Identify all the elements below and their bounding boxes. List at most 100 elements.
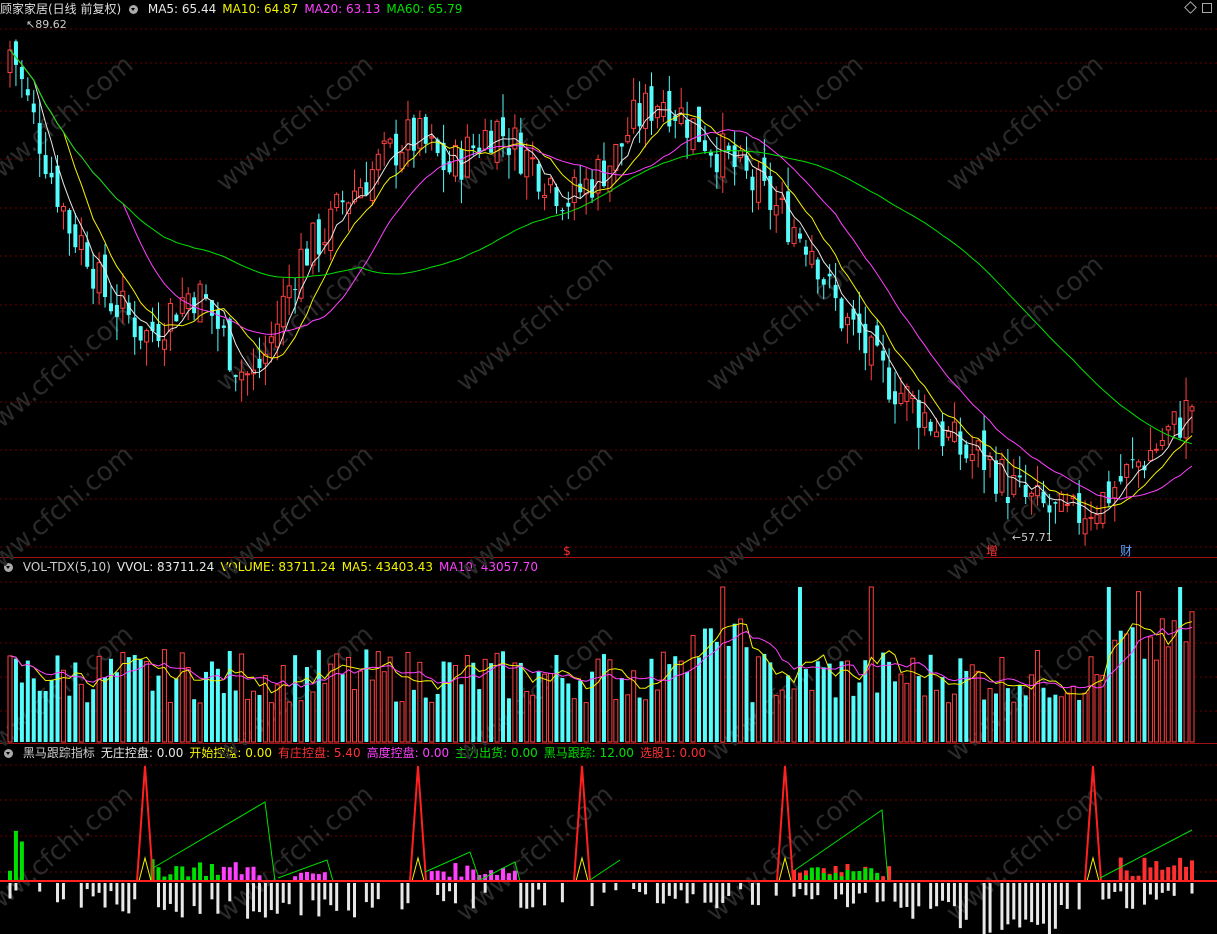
volume-bar-down	[893, 681, 898, 742]
candle-body-up	[969, 454, 975, 461]
volume-bar-down	[928, 654, 933, 742]
candle-body-down	[441, 142, 446, 171]
stock-name[interactable]: 顾家家居(日线 前复权)	[0, 2, 121, 16]
indicator-bar-negative	[257, 883, 261, 913]
indicator-bar-positive	[827, 875, 832, 881]
volume-bar-up	[274, 684, 280, 743]
candle-body-down	[536, 163, 541, 192]
candle-body-up	[1088, 516, 1094, 519]
volume-bar-down	[156, 675, 161, 742]
candle-body-up	[844, 316, 850, 326]
volume-menu-icon[interactable]	[4, 563, 13, 572]
indicator-bar-negative	[311, 883, 315, 901]
indicator-trend-line	[424, 851, 481, 882]
candle-body-up	[167, 303, 173, 332]
volume-bar-up	[482, 658, 488, 743]
volume-bar-down	[364, 649, 369, 742]
indicator-label-4: 高度控盘: 0.00	[366, 746, 450, 760]
candle-body-down	[221, 325, 226, 328]
indicator-bar-positive	[1124, 870, 1129, 881]
candle-body-up	[1100, 491, 1106, 524]
candle-body-up	[310, 222, 316, 266]
indicator-bar-positive	[245, 867, 250, 881]
volume-bar-up	[583, 702, 589, 743]
candle-body-up	[399, 152, 405, 170]
indicator-bar-positive	[512, 870, 517, 881]
candle-body-down	[697, 106, 702, 142]
diamond-icon[interactable]	[1184, 1, 1197, 14]
volume-bar-down	[441, 661, 446, 742]
indicator-bar-negative	[299, 883, 303, 916]
indicator-bar-negative	[1119, 883, 1123, 892]
candle-body-down	[13, 41, 18, 65]
volume-bar-up	[429, 701, 435, 743]
watermark-text: www.cfchi.com	[451, 780, 620, 928]
indicator-bar-negative	[1018, 883, 1022, 928]
volume-bar-down	[601, 654, 606, 742]
indicator-bar-negative	[1125, 883, 1129, 909]
volume-ma5-line	[9, 621, 1193, 695]
indicator-bar-positive	[1178, 857, 1183, 881]
volume-bar-up	[405, 651, 411, 743]
indicator-bar-positive	[863, 866, 868, 881]
indicator-bar-positive	[429, 871, 434, 881]
indicator-menu-icon[interactable]	[4, 749, 13, 758]
volume-bar-down	[1142, 658, 1147, 742]
candle-body-down	[423, 116, 428, 144]
indicator-bar-negative	[162, 883, 166, 910]
volume-bar-down	[19, 682, 24, 742]
candle-body-up	[643, 92, 649, 129]
volume-bar-up	[1165, 646, 1171, 743]
candle-body-down	[1178, 417, 1183, 438]
volume-bar-up	[1082, 692, 1088, 743]
indicator-bar-positive	[851, 876, 856, 881]
menu-toggle-icon[interactable]	[129, 5, 139, 14]
volume-bar-down	[477, 689, 482, 742]
volume-bar-up	[951, 693, 957, 743]
volume-bar-down	[192, 699, 197, 742]
indicator-bar-negative	[1030, 883, 1034, 923]
volume-bar-down	[138, 659, 143, 742]
window-box-icon[interactable]	[1202, 3, 1212, 13]
candle-body-up	[1183, 400, 1189, 439]
volume-bar-down	[459, 684, 464, 742]
volume-bar-down	[964, 670, 969, 742]
volume-bar-up	[78, 683, 84, 743]
ma60-line	[9, 49, 1193, 445]
volume-bar-down	[31, 678, 36, 742]
volume-header: VOL-TDX(5,10) VVOL: 83711.24 VOLUME: 83711…	[0, 559, 550, 575]
volume-bar-up	[773, 694, 779, 743]
indicator-bar-positive	[239, 874, 244, 881]
indicator-bar-positive	[304, 871, 309, 881]
candle-body-up	[417, 118, 423, 149]
candle-body-down	[293, 289, 298, 291]
candle-body-up	[1029, 492, 1035, 497]
indicator-bar-positive	[1190, 860, 1194, 881]
volume-bar-down	[982, 699, 987, 742]
indicator-bar-negative	[905, 883, 909, 907]
candle-body-down	[803, 246, 808, 255]
candle-body-up	[197, 283, 203, 323]
volume-bar-up	[286, 701, 292, 743]
volume-bar-up	[530, 694, 536, 743]
candle-body-down	[103, 254, 108, 298]
indicator-bar-negative	[323, 883, 327, 900]
indicator-bar-negative	[376, 883, 380, 900]
indicator-bar-negative	[275, 883, 279, 914]
volume-bar-up	[298, 700, 304, 743]
candle-body-down	[435, 139, 440, 154]
indicator-bar-negative	[982, 883, 986, 934]
volume-bar-up	[631, 670, 637, 743]
indicator-bar-negative	[329, 883, 333, 906]
volume-bar-down	[875, 692, 880, 742]
indicator-bar-positive	[857, 876, 862, 881]
candle-body-up	[922, 412, 928, 428]
candle-body-up	[274, 323, 280, 348]
candle-body-down	[489, 130, 494, 153]
indicator-bar-negative	[453, 883, 457, 904]
volume-bar-up	[1136, 591, 1142, 743]
candle-body-up	[1159, 440, 1165, 447]
indicator-bar-negative	[400, 883, 404, 910]
volume-bar-up	[1029, 674, 1035, 743]
indicator-bar-positive	[869, 868, 874, 881]
